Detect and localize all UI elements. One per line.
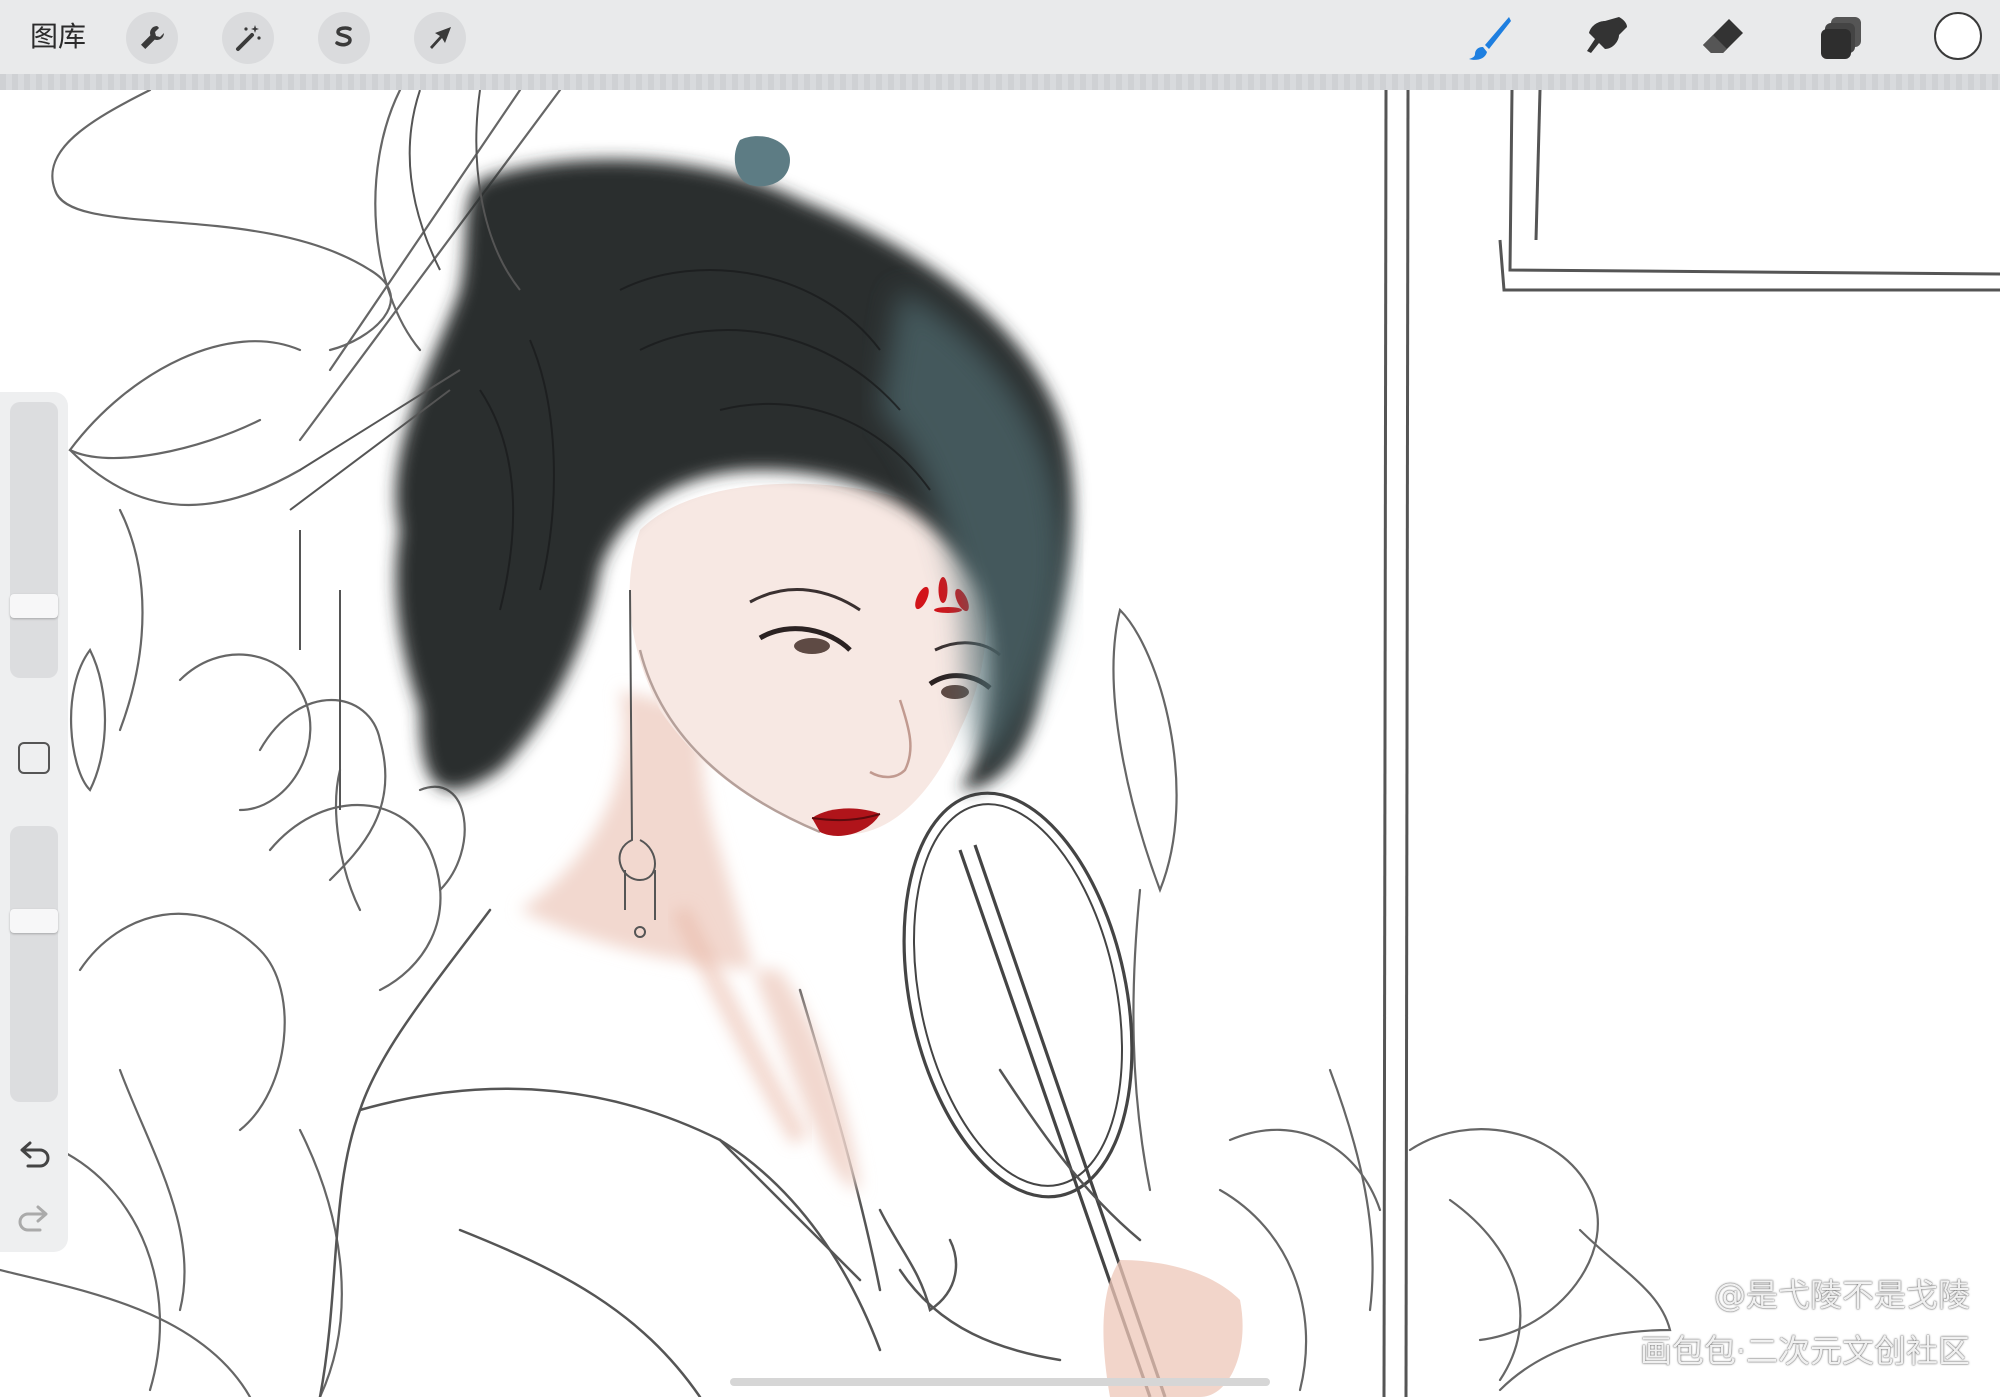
- eraser-tool-button[interactable]: [1696, 10, 1752, 66]
- smudge-tool-button[interactable]: [1580, 10, 1636, 66]
- actions-button[interactable]: [126, 12, 178, 64]
- undo-icon[interactable]: [14, 1138, 54, 1174]
- brush-tool-button[interactable]: [1462, 10, 1518, 66]
- toolbar-ruler-strip: [0, 74, 2000, 90]
- selection-s-icon: [335, 26, 352, 47]
- smudge-icon: [1587, 17, 1627, 53]
- redo-icon[interactable]: [14, 1202, 54, 1238]
- eraser-icon: [1703, 19, 1743, 53]
- wrench-icon: [141, 26, 164, 49]
- artwork: [0, 90, 2000, 1397]
- opacity-slider-thumb[interactable]: [10, 909, 58, 934]
- hand-wash: [1103, 1260, 1243, 1397]
- gallery-button[interactable]: 图库: [30, 18, 86, 56]
- brush-size-slider[interactable]: [10, 402, 58, 678]
- transform-button[interactable]: [414, 12, 466, 64]
- magic-wand-icon: [236, 25, 261, 51]
- layers-tool-button[interactable]: [1814, 10, 1870, 66]
- robe-sketch: [318, 908, 1142, 1397]
- home-indicator: [730, 1378, 1270, 1386]
- arrow-cursor-icon: [430, 27, 451, 49]
- watermark-line-1: @是弋陵不是戈陵: [1713, 1276, 1970, 1314]
- selection-button[interactable]: [318, 12, 370, 64]
- window-frame-sketch: [1382, 90, 2000, 1397]
- paintbrush-icon: [1469, 17, 1511, 60]
- opacity-slider[interactable]: [10, 826, 58, 1102]
- top-toolbar: 图库: [0, 0, 2000, 75]
- watermark-line-2: 画包包·二次元文创社区: [1639, 1332, 1970, 1370]
- brush-size-slider-thumb[interactable]: [10, 593, 58, 618]
- adjustments-button[interactable]: [222, 12, 274, 64]
- modify-button[interactable]: [18, 742, 50, 774]
- layers-icon: [1821, 17, 1861, 59]
- left-sidebar: [0, 392, 68, 1252]
- color-picker-swatch[interactable]: [1934, 12, 1982, 60]
- drawing-canvas[interactable]: @是弋陵不是戈陵 画包包·二次元文创社区: [0, 90, 2000, 1397]
